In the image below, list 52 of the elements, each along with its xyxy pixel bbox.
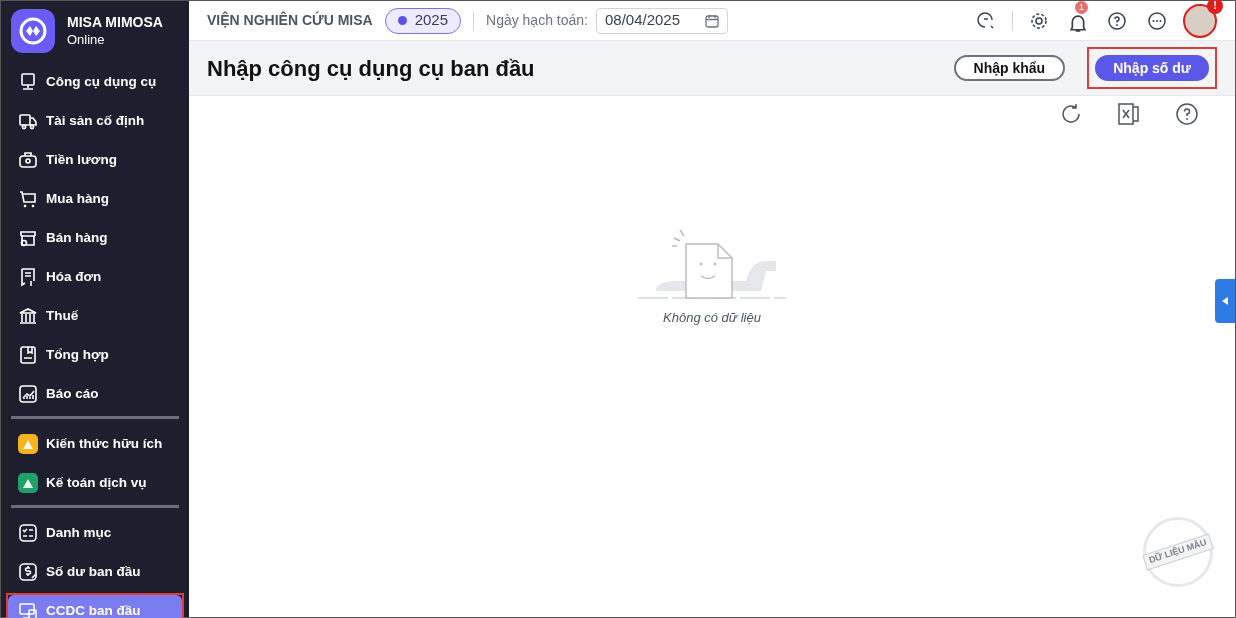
sidebar-item[interactable]: Hóa đơn: [8, 261, 182, 293]
alert-badge: !: [1207, 0, 1223, 14]
menu-item-icon: [18, 72, 38, 92]
menu-item-icon: [18, 384, 38, 404]
sidebar-item[interactable]: Tiền lương: [8, 144, 182, 176]
help-icon[interactable]: [1107, 10, 1127, 31]
menu-item-icon: [18, 306, 38, 326]
sidebar-item[interactable]: Công cụ dụng cụ: [8, 66, 182, 98]
calendar-icon: [705, 13, 719, 28]
sidebar-item[interactable]: Thuế: [8, 300, 182, 332]
menu-item-icon: [18, 345, 38, 365]
side-panel-toggle[interactable]: [1215, 279, 1235, 323]
date-label: Ngày hạch toán:: [486, 11, 588, 30]
avatar[interactable]: [1183, 3, 1217, 38]
app-name: MISA MIMOSA: [67, 14, 163, 32]
menu-item-icon: [18, 228, 38, 248]
organization-name: VIỆN NGHIÊN CỨU MISA: [207, 10, 373, 30]
notification-badge: 1: [1075, 1, 1088, 14]
sidebar-item[interactable]: Tài sản cố định: [8, 105, 182, 137]
import-button[interactable]: Nhập khẩu: [953, 55, 1066, 81]
empty-state-message: Không có dữ liệu: [663, 309, 761, 327]
fiscal-year-selector[interactable]: 2025: [384, 7, 461, 34]
menu-item-icon: [18, 562, 38, 582]
refresh-search-icon[interactable]: [976, 10, 996, 31]
sidebar-item[interactable]: Mua hàng: [8, 183, 182, 215]
help-icon[interactable]: [1175, 102, 1199, 126]
more-icon[interactable]: [1147, 10, 1167, 31]
caret-icon: [1222, 297, 1228, 305]
menu-item-icon: [18, 189, 38, 209]
sidebar-item[interactable]: Tổng hợp: [8, 339, 182, 371]
menu-item-icon: [18, 111, 38, 131]
sample-data-stamp: DỮ LIỆU MẪU: [1143, 517, 1213, 587]
page-title: Nhập công cụ dụng cụ ban đầu: [207, 54, 535, 83]
app-subtitle: Online: [67, 31, 106, 48]
sidebar-item[interactable]: Bán hàng: [8, 222, 182, 254]
settings-icon[interactable]: [1029, 10, 1049, 31]
excel-icon[interactable]: [1117, 102, 1141, 126]
sidebar-item[interactable]: Số dư ban đầu: [8, 556, 182, 588]
menu-item-icon: [18, 601, 38, 618]
import-balance-button[interactable]: Nhập số dư: [1095, 55, 1209, 81]
sidebar-item[interactable]: Báo cáo: [8, 378, 182, 410]
app-logo-icon: [11, 9, 55, 53]
sidebar-item[interactable]: Danh mục: [8, 517, 182, 549]
refresh-icon[interactable]: [1059, 102, 1083, 126]
menu-item-icon: [18, 523, 38, 543]
menu-item-icon: [18, 150, 38, 170]
menu-item-icon: [18, 267, 38, 287]
notification-bell-icon[interactable]: [1069, 15, 1087, 32]
sidebar-item[interactable]: CCDC ban đầu: [8, 595, 182, 618]
sidebar-item[interactable]: Kiến thức hữu ích: [8, 428, 182, 460]
sidebar-item[interactable]: Kế toán dịch vụ: [8, 467, 182, 499]
date-field[interactable]: 08/04/2025: [596, 7, 728, 34]
